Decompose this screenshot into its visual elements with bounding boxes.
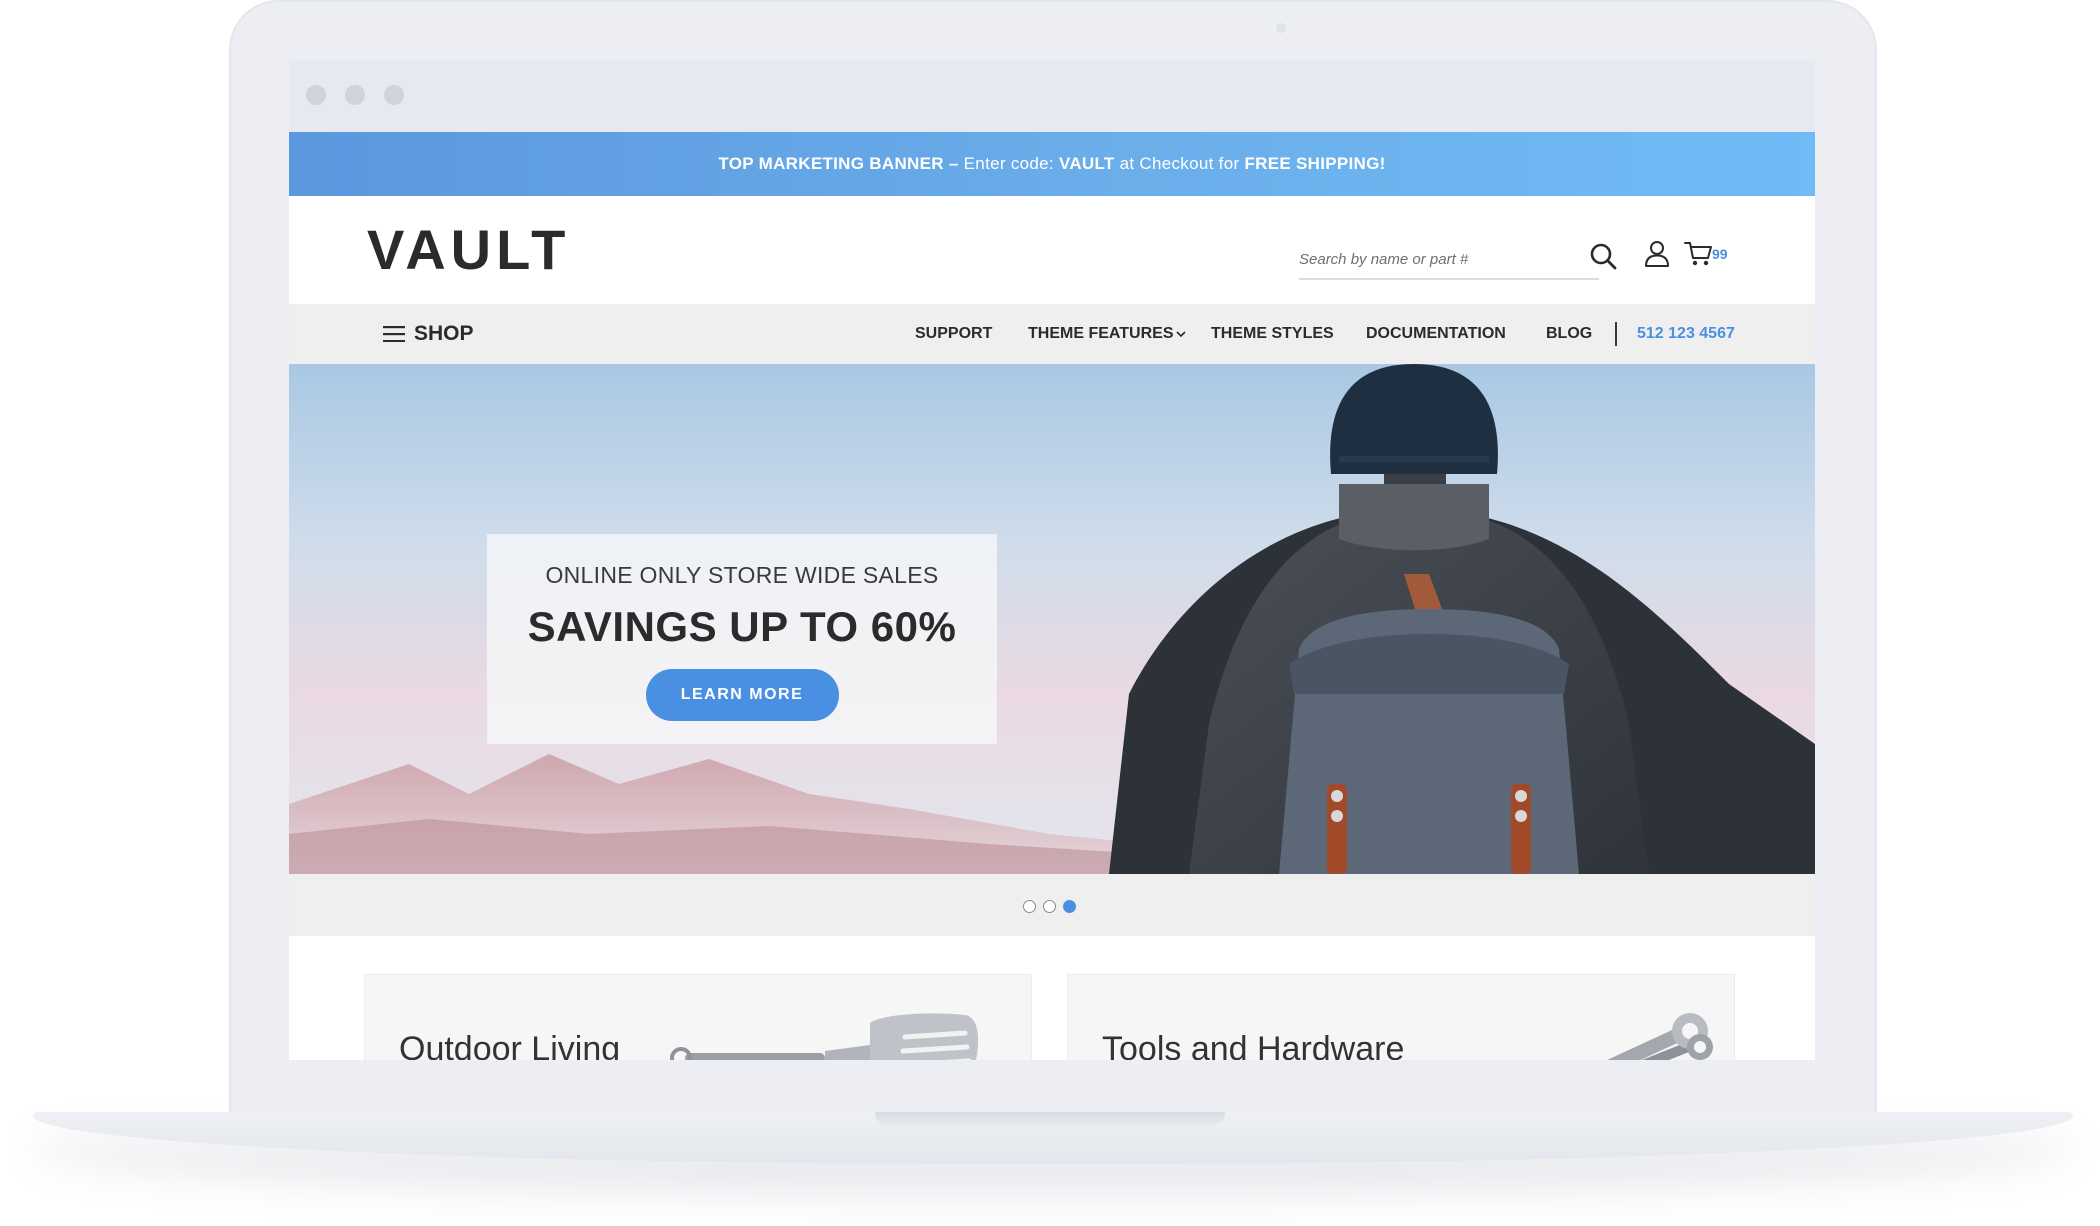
cart-count-badge[interactable]: 99: [1712, 246, 1728, 262]
user-icon[interactable]: [1643, 240, 1671, 268]
nav-blog[interactable]: BLOG: [1546, 304, 1592, 364]
nav-divider: [1615, 322, 1617, 346]
hamburger-icon: [383, 326, 405, 342]
category-card-tools-hardware[interactable]: Tools and Hardware: [1067, 974, 1735, 1060]
nav-documentation[interactable]: DOCUMENTATION: [1366, 304, 1506, 364]
cart-icon[interactable]: [1684, 240, 1714, 268]
category-grid: Outdoor Living Tools and Hardware: [289, 936, 1815, 1060]
banner-code: VAULT: [1058, 154, 1115, 173]
wrench-set-icon: [1607, 1013, 1713, 1060]
phone-link[interactable]: 512 123 4567: [1637, 304, 1735, 364]
nav-theme-features-label: THEME FEATURES: [1028, 325, 1174, 342]
banner-text-prefix: Enter code:: [963, 154, 1054, 173]
nav-theme-styles[interactable]: THEME STYLES: [1211, 304, 1334, 364]
site-header: VAULT 99: [289, 196, 1815, 304]
main-navbar: SHOP SUPPORT THEME FEATURES THEME STYLES…: [289, 304, 1815, 364]
nav-support[interactable]: SUPPORT: [915, 304, 992, 364]
banner-label: TOP MARKETING BANNER: [718, 154, 944, 173]
slider-dot-3-active[interactable]: [1063, 900, 1076, 913]
category-card-outdoor-living[interactable]: Outdoor Living: [364, 974, 1032, 1060]
banner-offer: FREE SHIPPING!: [1244, 154, 1386, 173]
banner-separator: –: [948, 154, 959, 173]
shop-menu-button[interactable]: SHOP: [383, 304, 474, 364]
chevron-down-icon: [1176, 331, 1187, 337]
banner-text-middle: at Checkout for: [1119, 154, 1240, 173]
laptop-notch: [875, 1112, 1225, 1126]
slider-dot-1[interactable]: [1023, 900, 1036, 913]
site-logo[interactable]: VAULT: [367, 220, 570, 280]
hero-title: SAVINGS UP TO 60%: [527, 603, 957, 650]
category-label: Tools and Hardware: [1102, 1030, 1405, 1060]
screen: TOP MARKETING BANNER – Enter code: VAULT…: [289, 60, 1815, 1060]
window-dot-close[interactable]: [306, 85, 326, 105]
promo-banner[interactable]: TOP MARKETING BANNER – Enter code: VAULT…: [289, 132, 1815, 196]
camera-dot: [1276, 23, 1286, 33]
nav-theme-features[interactable]: THEME FEATURES: [1028, 304, 1187, 364]
shop-label: SHOP: [414, 322, 474, 345]
learn-more-button[interactable]: LEARN MORE: [645, 669, 839, 721]
hero-slider: ONLINE ONLY STORE WIDE SALES SAVINGS UP …: [289, 364, 1815, 874]
window-dot-maximize[interactable]: [384, 85, 404, 105]
search-icon[interactable]: [1589, 242, 1619, 272]
browser-chrome: [289, 60, 1815, 132]
window-dot-minimize[interactable]: [345, 85, 365, 105]
hero-subtitle: ONLINE ONLY STORE WIDE SALES: [545, 562, 939, 588]
hero-promo-card: ONLINE ONLY STORE WIDE SALES SAVINGS UP …: [487, 534, 997, 744]
slider-dot-2[interactable]: [1043, 900, 1056, 913]
spatula-icon: [670, 1013, 979, 1060]
slider-pagination: [289, 874, 1815, 936]
search-input[interactable]: [1299, 240, 1599, 280]
category-label: Outdoor Living: [399, 1030, 621, 1060]
